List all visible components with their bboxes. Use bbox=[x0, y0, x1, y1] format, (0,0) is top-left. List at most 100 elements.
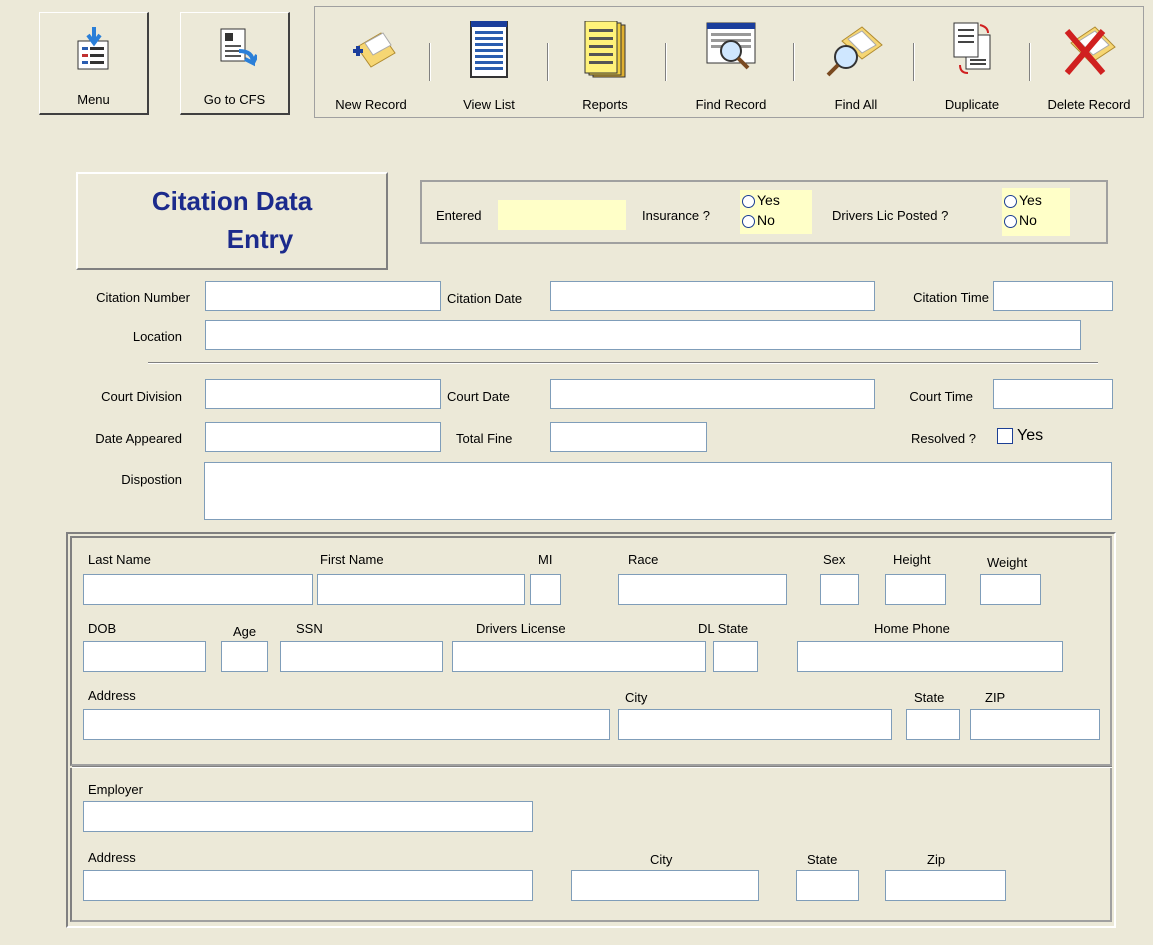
mi-field[interactable] bbox=[530, 574, 561, 605]
weight-field[interactable] bbox=[980, 574, 1041, 605]
new-record-label: New Record bbox=[335, 97, 407, 112]
employer-state-field[interactable] bbox=[796, 870, 859, 901]
citation-time-field[interactable] bbox=[993, 281, 1113, 311]
court-division-field[interactable] bbox=[205, 379, 441, 409]
location-field[interactable] bbox=[205, 320, 1081, 350]
city-field[interactable] bbox=[618, 709, 892, 740]
citation-time-label: Citation Time bbox=[913, 290, 989, 305]
resolved-label: Resolved ? bbox=[910, 431, 976, 446]
home-phone-label: Home Phone bbox=[874, 621, 950, 636]
court-date-field[interactable] bbox=[550, 379, 875, 409]
weight-label: Weight bbox=[987, 555, 1028, 570]
sex-field[interactable] bbox=[820, 574, 859, 605]
drivers-lic-no-radio[interactable]: No bbox=[1004, 210, 1070, 230]
last-name-field[interactable] bbox=[83, 574, 313, 605]
resolved-checkbox[interactable]: Yes bbox=[997, 427, 1043, 445]
ssn-label: SSN bbox=[296, 621, 323, 636]
insurance-no-radio[interactable]: No bbox=[742, 210, 812, 230]
delete-record-button[interactable]: Delete Record bbox=[1035, 7, 1143, 117]
address-label: Address bbox=[88, 688, 136, 703]
find-all-button[interactable]: Find All bbox=[801, 7, 911, 117]
page-title-box: Citation Data Entry bbox=[76, 172, 388, 270]
menu-icon bbox=[77, 27, 108, 70]
view-list-button[interactable]: View List bbox=[439, 7, 539, 117]
toolbar-separator bbox=[665, 43, 667, 81]
reports-button[interactable]: Reports bbox=[555, 7, 655, 117]
employer-address-field[interactable] bbox=[83, 870, 533, 901]
court-division-label: Court Division bbox=[101, 389, 182, 404]
drivers-lic-yes-radio[interactable]: Yes bbox=[1004, 190, 1070, 210]
location-label: Location bbox=[132, 329, 182, 344]
checkbox-icon bbox=[997, 428, 1013, 444]
disposition-field[interactable] bbox=[204, 462, 1112, 520]
disposition-label: Dispostion bbox=[121, 472, 182, 487]
city-label: City bbox=[625, 690, 648, 705]
employer-zip-field[interactable] bbox=[885, 870, 1006, 901]
employer-zip-label: Zip bbox=[927, 852, 946, 867]
entered-field[interactable] bbox=[498, 200, 626, 230]
new-record-icon bbox=[353, 32, 396, 68]
insurance-label: Insurance ? bbox=[642, 208, 710, 223]
state-field[interactable] bbox=[906, 709, 960, 740]
height-label: Height bbox=[893, 552, 931, 567]
toolbar-separator bbox=[793, 43, 795, 81]
height-field[interactable] bbox=[885, 574, 946, 605]
page-title-line2: Entry bbox=[226, 224, 294, 254]
radio-icon bbox=[1004, 194, 1017, 208]
total-fine-label: Total Fine bbox=[456, 431, 513, 446]
insurance-yes-radio[interactable]: Yes bbox=[742, 190, 812, 210]
dl-state-label: DL State bbox=[698, 621, 749, 636]
employer-label: Employer bbox=[88, 782, 143, 797]
find-record-button[interactable]: Find Record bbox=[673, 7, 789, 117]
view-list-icon bbox=[470, 21, 508, 78]
address-field[interactable] bbox=[83, 709, 610, 740]
state-label: State bbox=[914, 690, 945, 705]
race-field[interactable] bbox=[618, 574, 787, 605]
dob-label: DOB bbox=[88, 621, 117, 636]
goto-cfs-label: Go to CFS bbox=[203, 92, 266, 107]
page-title-line1: Citation Data bbox=[151, 186, 313, 216]
reports-icon bbox=[584, 21, 626, 78]
duplicate-button[interactable]: Duplicate bbox=[919, 7, 1025, 117]
age-field[interactable] bbox=[221, 641, 268, 672]
drivers-license-field[interactable] bbox=[452, 641, 706, 672]
entered-label: Entered bbox=[436, 208, 482, 223]
dob-field[interactable] bbox=[83, 641, 206, 672]
find-record-label: Find Record bbox=[695, 97, 767, 112]
menu-button[interactable]: Menu bbox=[39, 12, 149, 115]
zip-field[interactable] bbox=[970, 709, 1100, 740]
employer-city-field[interactable] bbox=[571, 870, 759, 901]
court-time-label: Court Time bbox=[909, 389, 973, 404]
last-name-label: Last Name bbox=[88, 552, 151, 567]
employer-state-label: State bbox=[807, 852, 838, 867]
radio-icon bbox=[742, 194, 755, 208]
find-all-icon bbox=[826, 26, 883, 77]
citation-date-label: Citation Date bbox=[447, 291, 523, 306]
employer-field[interactable] bbox=[83, 801, 533, 832]
drivers-lic-label: Drivers Lic Posted ? bbox=[832, 208, 949, 223]
total-fine-field[interactable] bbox=[550, 422, 707, 452]
goto-cfs-button[interactable]: Go to CFS bbox=[180, 12, 290, 115]
age-label: Age bbox=[233, 624, 257, 639]
radio-icon bbox=[1004, 214, 1017, 228]
duplicate-label: Duplicate bbox=[944, 97, 1000, 112]
citation-date-field[interactable] bbox=[550, 281, 875, 311]
first-name-field[interactable] bbox=[317, 574, 525, 605]
home-phone-field[interactable] bbox=[797, 641, 1063, 672]
new-record-button[interactable]: New Record bbox=[321, 7, 421, 117]
section-divider bbox=[148, 362, 1098, 364]
date-appeared-field[interactable] bbox=[205, 422, 441, 452]
toolbar-separator bbox=[1029, 43, 1031, 81]
court-date-label: Court Date bbox=[447, 389, 510, 404]
toolbar-separator bbox=[913, 43, 915, 81]
citation-number-field[interactable] bbox=[205, 281, 441, 311]
ssn-field[interactable] bbox=[280, 641, 443, 672]
first-name-label: First Name bbox=[320, 552, 384, 567]
court-time-field[interactable] bbox=[993, 379, 1113, 409]
dl-state-field[interactable] bbox=[713, 641, 758, 672]
record-toolbar: New Record View List Reports Find Record bbox=[314, 6, 1144, 118]
view-list-label: View List bbox=[463, 97, 515, 112]
find-record-icon bbox=[706, 22, 756, 70]
insurance-yes-label: Yes bbox=[757, 192, 780, 208]
drivers-lic-radio-group: Yes No bbox=[1002, 188, 1070, 236]
